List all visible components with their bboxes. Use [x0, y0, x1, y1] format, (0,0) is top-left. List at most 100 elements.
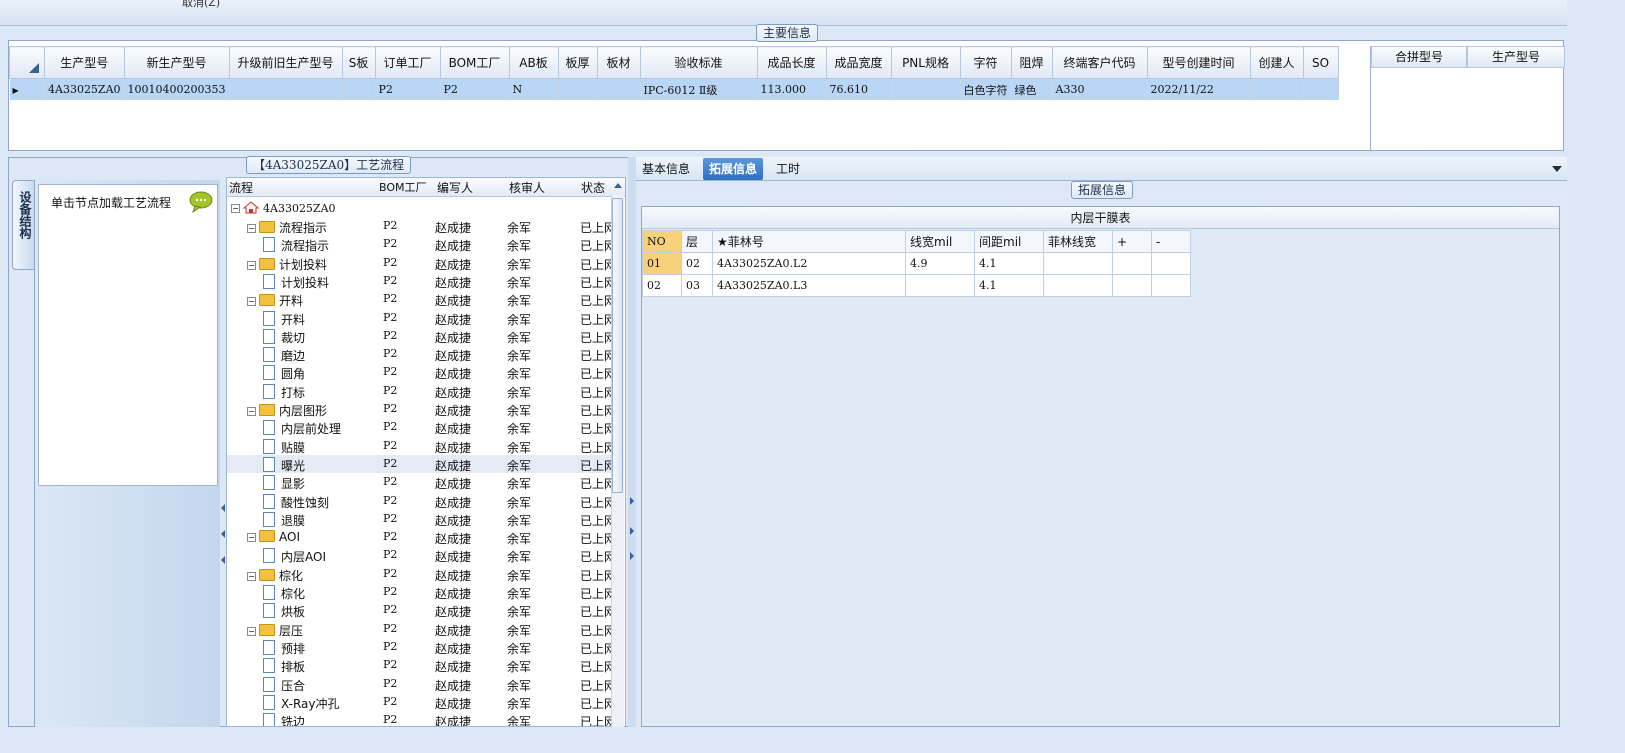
tree-row[interactable]: 流程指示 P2 赵成捷 余军 已上网 — [227, 235, 615, 253]
main-col-header[interactable]: 生产型号 — [44, 46, 125, 79]
tree-row[interactable]: − 内层图形 P2 赵成捷 余军 已上网 — [227, 400, 615, 418]
tree-node[interactable]: 圆角 — [263, 365, 305, 382]
col-header-flow[interactable]: 流程 — [229, 179, 253, 196]
dryfilm-col-header[interactable]: 菲林线宽 — [1043, 230, 1113, 253]
main-cell[interactable] — [342, 78, 376, 100]
dryfilm-cell[interactable]: 4.1 — [974, 274, 1044, 297]
tree-row[interactable]: 铣边 P2 赵成捷 余军 已上网 — [227, 711, 615, 726]
tree-node[interactable]: − 内层图形 — [247, 402, 327, 419]
tree-node[interactable]: X-Ray冲孔 — [263, 694, 339, 712]
dryfilm-cell[interactable] — [1112, 252, 1152, 275]
tree-row[interactable]: 计划投料 P2 赵成捷 余军 已上网 — [227, 272, 615, 290]
dryfilm-row[interactable]: 02 03 4A33025ZA0.L3 4.1 — [642, 274, 1191, 297]
tab-dropdown-icon[interactable] — [1552, 166, 1562, 172]
dryfilm-col-header[interactable]: 层 — [681, 230, 713, 253]
tree-node[interactable]: 曝光 — [263, 456, 305, 474]
collapse-icon[interactable]: − — [247, 571, 256, 581]
tree-row[interactable]: 压合 P2 赵成捷 余军 已上网 — [227, 675, 615, 693]
load-flow-box[interactable]: 单击节点加载工艺流程 — [38, 184, 218, 486]
main-cell[interactable] — [891, 78, 961, 100]
tree-node[interactable]: 开料 — [263, 310, 305, 328]
dryfilm-cell[interactable] — [1043, 252, 1113, 275]
col-header-reviewer[interactable]: 核审人 — [509, 179, 545, 196]
main-col-header[interactable]: 订单工厂 — [374, 46, 441, 79]
tree-node[interactable]: 铣边 — [263, 713, 305, 726]
tree-row[interactable]: X-Ray冲孔 P2 赵成捷 余军 已上网 — [227, 693, 615, 711]
dryfilm-cell[interactable] — [1112, 274, 1152, 297]
main-col-header[interactable]: 新生产型号 — [123, 46, 230, 79]
tree-row[interactable]: − 开料 P2 赵成捷 余军 已上网 — [227, 290, 615, 308]
tree-node[interactable]: − 计划投料 — [247, 256, 327, 273]
tree-node[interactable]: 计划投料 — [263, 273, 329, 291]
main-col-header[interactable]: 板厚 — [557, 46, 598, 79]
tree-node[interactable]: 预排 — [263, 639, 305, 657]
dryfilm-cell[interactable] — [1151, 252, 1191, 275]
dryfilm-row[interactable]: 01 02 4A33025ZA0.L2 4.9 4.1 — [642, 252, 1191, 275]
cancel-button[interactable]: 取消(Z) — [182, 0, 220, 10]
tab-extended-info[interactable]: 拓展信息 — [703, 158, 764, 180]
main-col-header[interactable]: 成品宽度 — [825, 46, 892, 79]
dryfilm-cell[interactable] — [1151, 274, 1191, 297]
tree-node[interactable]: 压合 — [263, 676, 305, 694]
tree-node[interactable]: 棕化 — [263, 585, 305, 602]
tree-row[interactable]: − AOI P2 赵成捷 余军 已上网 — [227, 528, 615, 546]
tree-row[interactable]: − 流程指示 P2 赵成捷 余军 已上网 — [227, 217, 615, 235]
tree-row[interactable]: 圆角 P2 赵成捷 余军 已上网 — [227, 363, 615, 381]
col-header-status[interactable]: 状态 — [581, 179, 605, 196]
collapse-icon[interactable]: − — [247, 533, 256, 543]
tree-node[interactable]: 排板 — [263, 658, 305, 675]
tree-row[interactable]: 烘板 P2 赵成捷 余军 已上网 — [227, 601, 615, 619]
tree-row[interactable]: 贴膜 P2 赵成捷 余军 已上网 — [227, 437, 615, 455]
tree-row[interactable]: 酸性蚀刻 P2 赵成捷 余军 已上网 — [227, 492, 615, 510]
main-cell[interactable]: 76.610 — [826, 78, 892, 100]
main-cell[interactable]: 绿色 — [1011, 78, 1053, 100]
tree-node[interactable]: 流程指示 — [263, 237, 329, 254]
panel-splitter[interactable] — [628, 157, 636, 727]
tree-row[interactable]: 打标 P2 赵成捷 余军 已上网 — [227, 382, 615, 400]
collapse-icon[interactable]: − — [247, 224, 256, 233]
main-cell[interactable]: 白色字符 — [960, 78, 1012, 100]
main-cell[interactable]: 10010400200353 — [124, 78, 230, 100]
main-cell[interactable]: A330 — [1052, 78, 1148, 100]
dryfilm-col-header[interactable]: - — [1151, 230, 1191, 253]
main-cell[interactable]: P2 — [440, 78, 510, 100]
collapse-icon[interactable]: − — [231, 204, 240, 213]
row-indicator[interactable]: ▶ — [9, 78, 45, 100]
main-col-header[interactable]: 阻焊 — [1010, 46, 1053, 79]
scroll-up-icon[interactable] — [614, 183, 622, 188]
main-col-header[interactable]: SO — [1302, 46, 1339, 79]
tree-node[interactable]: 裁切 — [263, 328, 305, 346]
main-cell[interactable] — [597, 78, 641, 100]
tree-node[interactable]: − 层压 — [247, 622, 303, 639]
main-col-header[interactable]: 板材 — [596, 46, 641, 79]
tab-work-hours[interactable]: 工时 — [770, 158, 806, 180]
collapse-icon[interactable]: − — [247, 626, 256, 636]
row-selector-header[interactable] — [9, 46, 45, 79]
col-header-writer[interactable]: 编写人 — [437, 179, 473, 196]
dryfilm-cell[interactable]: 4.9 — [905, 252, 975, 275]
tree-node[interactable]: − 流程指示 — [247, 219, 327, 236]
main-cell[interactable]: 113.000 — [757, 78, 827, 100]
tree-node[interactable]: 酸性蚀刻 — [263, 493, 329, 511]
tree-node[interactable]: 内层前处理 — [263, 420, 341, 437]
tree-row[interactable]: 预排 P2 赵成捷 余军 已上网 — [227, 638, 615, 656]
tree-row[interactable]: 磨边 P2 赵成捷 余军 已上网 — [227, 345, 615, 363]
tree-root[interactable]: − 4A33025ZA0 — [227, 199, 615, 217]
tree-node[interactable]: 打标 — [263, 383, 305, 401]
main-cell[interactable] — [558, 78, 598, 100]
main-cell[interactable]: 4A33025ZA0 — [44, 78, 125, 100]
main-col-header[interactable]: 创建人 — [1249, 46, 1304, 79]
tree-row[interactable]: 棕化 P2 赵成捷 余军 已上网 — [227, 583, 615, 601]
dryfilm-col-header[interactable]: ★菲林号 — [712, 230, 906, 253]
tree-row[interactable]: − 棕化 P2 赵成捷 余军 已上网 — [227, 565, 615, 583]
tree-node[interactable]: 退膜 — [263, 511, 305, 529]
main-col-header[interactable]: 型号创建时间 — [1146, 46, 1251, 79]
tree-node[interactable]: 贴膜 — [263, 438, 305, 456]
tree-row[interactable]: 开料 P2 赵成捷 余军 已上网 — [227, 309, 615, 327]
dryfilm-cell[interactable]: 4A33025ZA0.L2 — [712, 252, 906, 275]
tree-row[interactable]: 曝光 P2 赵成捷 余军 已上网 — [227, 454, 615, 474]
dryfilm-col-header[interactable]: NO — [642, 230, 682, 253]
dryfilm-cell[interactable]: 4.1 — [974, 252, 1044, 275]
main-cell[interactable]: P2 — [375, 78, 441, 100]
dryfilm-cell[interactable]: 4A33025ZA0.L3 — [712, 274, 906, 297]
